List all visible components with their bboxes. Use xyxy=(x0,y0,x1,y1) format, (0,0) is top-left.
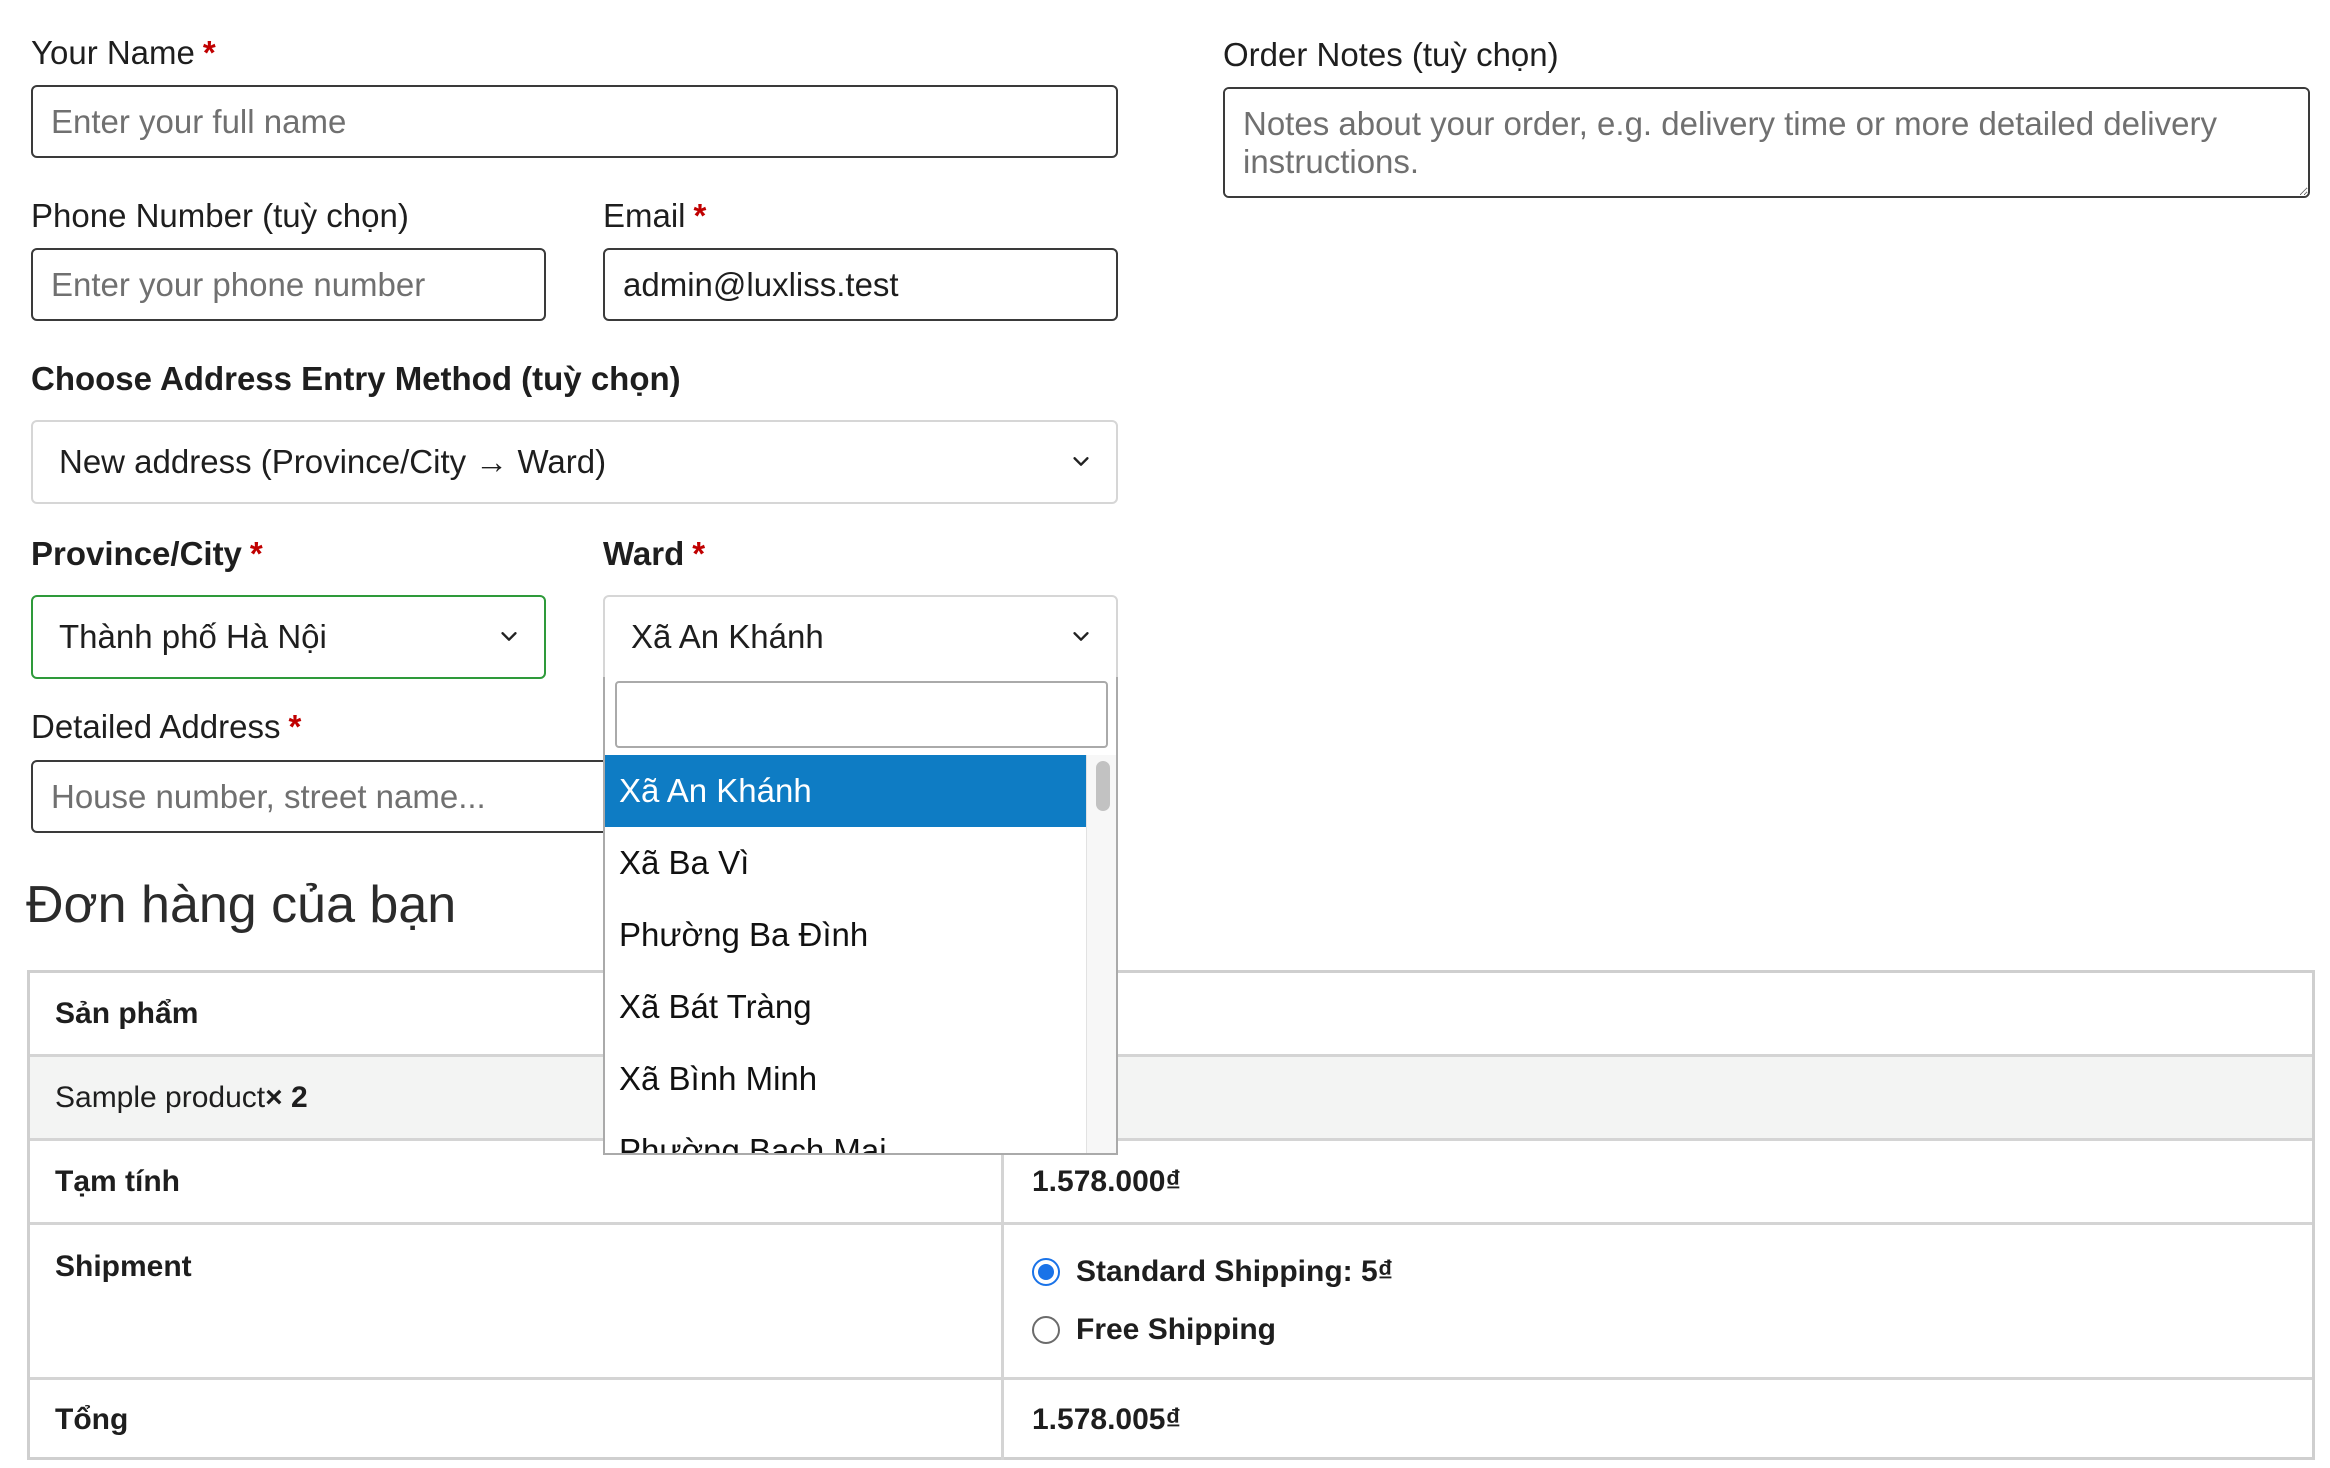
chevron-down-icon xyxy=(1073,632,1089,641)
ward-search-input[interactable] xyxy=(615,681,1108,748)
shipping-free-label: Free Shipping xyxy=(1076,1313,1277,1346)
total-label: Tổng xyxy=(30,1380,1004,1460)
ward-label: Ward * xyxy=(603,534,705,574)
header-total: nh xyxy=(1007,973,2312,1054)
order-heading: Đơn hàng của bạn xyxy=(26,876,457,934)
order-notes-label: Order Notes (tuỳ chọn) xyxy=(1223,36,1559,73)
subtotal-value: 1.578.000₫ xyxy=(1032,1164,1181,1198)
scrollbar-thumb[interactable] xyxy=(1096,761,1110,811)
chevron-down-icon xyxy=(1073,457,1089,466)
ward-option[interactable]: Phường Ba Đình xyxy=(605,899,1087,971)
required-mark: * xyxy=(288,708,302,745)
order-notes-textarea[interactable] xyxy=(1223,87,2310,198)
product-name: Sample product xyxy=(55,1080,266,1114)
shipping-standard-label: Standard Shipping: 5₫ xyxy=(1076,1255,1394,1288)
shipment-label: Shipment xyxy=(30,1225,1004,1377)
total-value: 1.578.005₫ xyxy=(1032,1403,1181,1436)
required-mark: * xyxy=(202,34,216,71)
address-method-select[interactable]: New address (Province/City → Ward) xyxy=(31,420,1118,504)
shipping-options: Standard Shipping: 5₫ Free Shipping xyxy=(1007,1225,2312,1377)
order-table: Sản phẩm nh Sample product× 2 000₫ Tạm t… xyxy=(27,970,2315,1460)
ward-label-text: Ward xyxy=(603,535,685,572)
ward-options-list: Xã An Khánh Xã Ba Vì Phường Ba Đình Xã B… xyxy=(605,755,1087,1153)
ward-option[interactable]: Xã An Khánh xyxy=(605,755,1087,827)
ward-select[interactable]: Xã An Khánh xyxy=(603,595,1118,679)
phone-label: Phone Number (tuỳ chọn) xyxy=(31,197,409,234)
shipping-option-free[interactable]: Free Shipping xyxy=(1032,1301,1276,1359)
detailed-address-input[interactable] xyxy=(31,760,631,833)
radio-standard[interactable] xyxy=(1032,1258,1060,1286)
email-input[interactable] xyxy=(603,248,1118,321)
required-mark: * xyxy=(692,535,706,572)
ward-value: Xã An Khánh xyxy=(631,618,824,655)
address-method-value: New address (Province/City → Ward) xyxy=(59,443,607,480)
shipping-option-standard[interactable]: Standard Shipping: 5₫ xyxy=(1032,1243,1393,1301)
your-name-label-text: Your Name xyxy=(31,34,195,71)
phone-input[interactable] xyxy=(31,248,546,321)
your-name-label: Your Name * xyxy=(31,33,216,73)
your-name-input[interactable] xyxy=(31,85,1118,158)
address-method-label: Choose Address Entry Method (tuỳ chọn) xyxy=(31,360,681,397)
email-label: Email * xyxy=(603,196,706,236)
province-label-text: Province/City xyxy=(31,535,242,572)
subtotal-row: Tạm tính 1.578.000₫ xyxy=(30,1141,2312,1225)
table-row: Sample product× 2 000₫ xyxy=(30,1057,2312,1141)
detailed-address-label-text: Detailed Address xyxy=(31,708,281,745)
detailed-address-label: Detailed Address * xyxy=(31,707,301,747)
ward-option[interactable]: Phường Bạch Mai xyxy=(605,1115,1087,1153)
ward-dropdown-scrollbar[interactable] xyxy=(1086,755,1116,1153)
chevron-down-icon xyxy=(501,632,517,641)
province-select[interactable]: Thành phố Hà Nội xyxy=(31,595,546,679)
required-mark: * xyxy=(693,197,707,234)
product-qty: × 2 xyxy=(265,1080,308,1114)
radio-free[interactable] xyxy=(1032,1316,1060,1344)
province-value: Thành phố Hà Nội xyxy=(59,618,327,655)
ward-dropdown: Xã An Khánh Xã Ba Vì Phường Ba Đình Xã B… xyxy=(603,677,1118,1155)
total-row: Tổng 1.578.005₫ xyxy=(30,1380,2312,1460)
required-mark: * xyxy=(249,535,263,572)
ward-option[interactable]: Xã Bình Minh xyxy=(605,1043,1087,1115)
ward-option[interactable]: Xã Ba Vì xyxy=(605,827,1087,899)
table-header-row: Sản phẩm nh xyxy=(30,973,2312,1057)
shipment-row: Shipment Standard Shipping: 5₫ Free Ship… xyxy=(30,1225,2312,1380)
product-total: 000₫ xyxy=(1007,1057,2312,1138)
email-label-text: Email xyxy=(603,197,686,234)
province-label: Province/City * xyxy=(31,534,263,574)
ward-option[interactable]: Xã Bát Tràng xyxy=(605,971,1087,1043)
